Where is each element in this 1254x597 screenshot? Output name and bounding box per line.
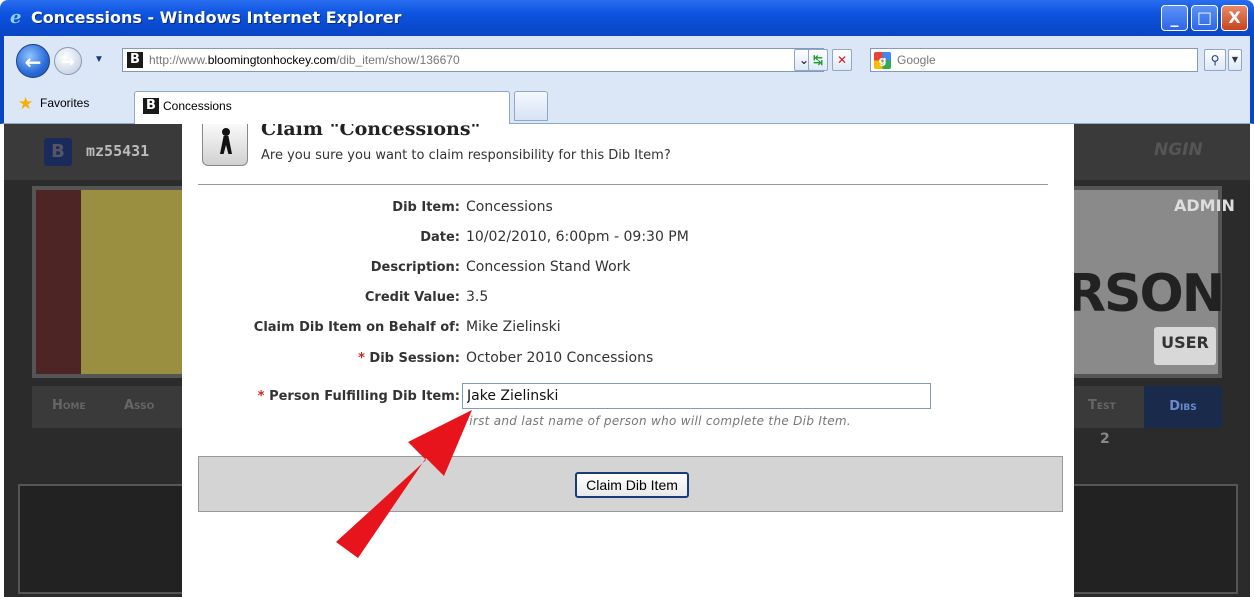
dibs-count-badge: 2 [1100, 431, 1110, 447]
tab-favicon-icon: B [143, 98, 159, 114]
ie-logo-icon: e [10, 7, 22, 28]
search-placeholder: Google [897, 53, 936, 67]
required-marker: * [358, 351, 365, 366]
banner-logo [36, 190, 186, 374]
history-dropdown-icon[interactable]: ▼ [94, 54, 104, 65]
address-toolbar: ← → ▼ Bhttp://www.bloomingtonhockey.com/… [0, 36, 1254, 88]
window-title-bar: e Concessions - Windows Internet Explore… [0, 0, 1254, 36]
url-prefix: http://www. [149, 53, 208, 67]
search-options-icon[interactable]: ▼ [1228, 49, 1242, 71]
url-path: /dib_item/show/136670 [336, 53, 460, 67]
person-icon [202, 124, 248, 166]
window-title: Concessions - Windows Internet Explorer [31, 8, 402, 27]
google-icon: g [874, 52, 891, 69]
ngin-logo: NGIN [1154, 140, 1203, 160]
nav-item-dibs[interactable]: Dibs [1144, 386, 1222, 428]
forward-button[interactable]: → [54, 47, 82, 75]
annotation-arrow [336, 410, 472, 558]
dialog-title: Claim "Concessions" [261, 124, 481, 140]
behalf-of-label: Claim Dib Item on Behalf of: [253, 320, 460, 335]
favorites-button[interactable]: Favorites [40, 96, 89, 110]
person-fulfilling-label-text: Person Fulfilling Dib Item: [269, 389, 460, 404]
date-value: 10/02/2010, 6:00pm - 09:30 PM [466, 229, 689, 245]
dib-session-value: October 2010 Concessions [466, 350, 654, 366]
user-mode-toggle[interactable]: USER [1154, 327, 1216, 365]
maximize-button[interactable]: □ [1191, 5, 1218, 31]
divider [198, 184, 1048, 185]
favorites-star-icon[interactable]: ★ [18, 94, 33, 114]
dib-item-value: Concessions [466, 199, 553, 215]
back-button[interactable]: ← [16, 44, 50, 78]
stop-icon[interactable]: ✕ [832, 49, 852, 71]
admin-label: ADMIN [1174, 196, 1235, 215]
minimize-button[interactable]: _ [1161, 5, 1188, 31]
url-host: bloomingtonhockey.com [207, 53, 337, 67]
close-button[interactable]: X [1221, 5, 1248, 31]
username: mz55431 [86, 142, 150, 160]
dialog-subtitle: Are you sure you want to claim responsib… [261, 148, 671, 163]
date-label: Date: [420, 230, 460, 245]
credit-value-value: 3.5 [466, 289, 489, 305]
description-value: Concession Stand Work [466, 259, 631, 275]
user-avatar: B [44, 138, 72, 166]
required-marker: * [257, 389, 265, 404]
claim-dialog: Claim "Concessions" Are you sure you wan… [182, 124, 1074, 597]
page-content: B mz55431 NGIN RSON ADMIN USER Home Asso… [4, 124, 1250, 597]
person-fulfilling-label: * Person Fulfilling Dib Item: [182, 389, 460, 404]
refresh-icon[interactable]: ↹ [808, 49, 828, 71]
tab-concessions[interactable]: B Concessions [134, 91, 510, 124]
nav-item-association[interactable]: Asso [124, 398, 154, 413]
sponsor-logo: RSON [1066, 264, 1225, 324]
dib-session-label: * Dib Session: [182, 351, 460, 366]
search-input[interactable]: g Google [870, 48, 1198, 72]
claim-dib-item-button[interactable]: Claim Dib Item [575, 472, 689, 498]
nav-item-test[interactable]: Test [1088, 398, 1116, 413]
annotation-arrow-shape [336, 410, 472, 558]
search-magnifier-icon[interactable]: ⚲ [1204, 49, 1226, 71]
behalf-of-value: Mike Zielinski [466, 319, 561, 335]
person-fulfilling-help: First and last name of person who will c… [462, 414, 851, 428]
credit-value-label: Credit Value: [364, 290, 460, 305]
address-input[interactable]: Bhttp://www.bloomingtonhockey.com/dib_it… [122, 48, 824, 72]
tab-bar: ★ Favorites B Concessions [0, 88, 1254, 124]
person-fulfilling-input[interactable] [462, 383, 931, 409]
new-tab-button[interactable] [514, 91, 548, 121]
dib-session-label-text: Dib Session: [369, 351, 460, 366]
description-label: Description: [370, 260, 460, 275]
tab-label: Concessions [163, 99, 232, 113]
nav-item-home[interactable]: Home [52, 398, 86, 413]
site-favicon-icon: B [127, 52, 143, 68]
dib-item-label: Dib Item: [392, 200, 460, 215]
